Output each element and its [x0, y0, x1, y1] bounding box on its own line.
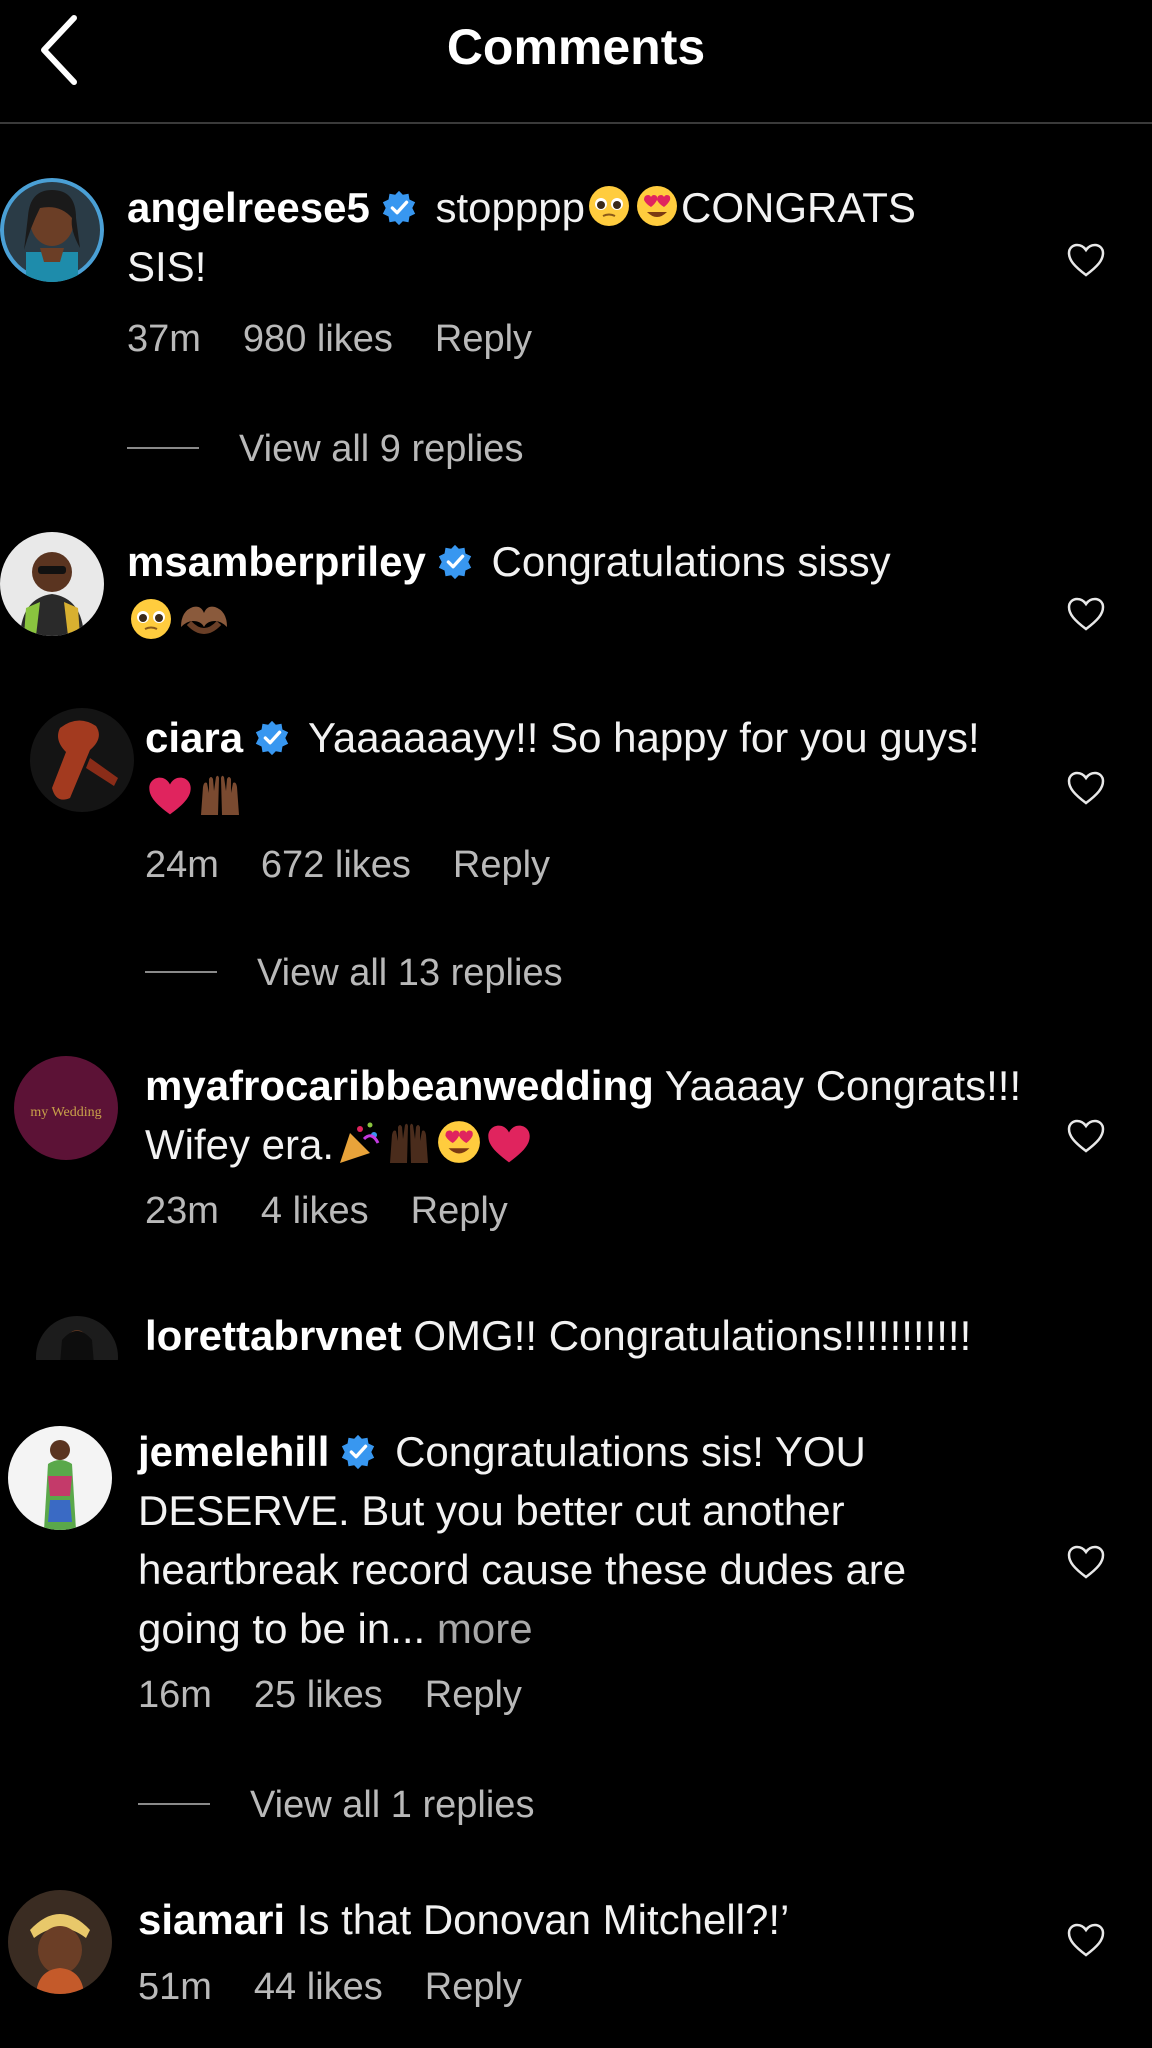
reply-button[interactable]: Reply [453, 844, 550, 886]
comment-username[interactable]: angelreese5 [127, 184, 370, 231]
like-heart-icon[interactable] [1066, 1544, 1106, 1580]
view-replies-label: View all 1 replies [250, 1784, 535, 1826]
avatar[interactable] [0, 178, 104, 282]
avatar-logo-text: my Wedding [30, 1105, 101, 1120]
pleading-face-icon [588, 186, 629, 226]
comment-text: OMG!! Congratulations!!!!!!!!!!! [413, 1316, 972, 1359]
avatar[interactable] [36, 1316, 118, 1360]
view-replies-button[interactable]: View all 1 replies [138, 1784, 534, 1827]
view-replies-label: View all 13 replies [257, 952, 563, 994]
more-button[interactable]: more [437, 1605, 533, 1652]
comment-time: 37m [127, 318, 201, 360]
avatar[interactable] [0, 532, 104, 636]
verified-badge-icon [342, 1434, 375, 1470]
comment-likes[interactable]: 980 likes [243, 318, 393, 360]
comment-likes[interactable]: 4 likes [261, 1190, 369, 1232]
like-heart-icon[interactable] [1066, 596, 1106, 632]
comment-body: jemelehill Congratulations sis! YOU DESE… [138, 1422, 988, 1658]
comment-text: Is that Donovan Mitchell?!’ [296, 1896, 790, 1943]
reply-button[interactable]: Reply [425, 1674, 522, 1716]
red-heart-icon [149, 777, 191, 815]
comment-meta: 24m 672 likes Reply [145, 844, 592, 887]
verified-badge-icon [438, 544, 471, 580]
comment-meta: 51m 44 likes Reply [138, 1966, 564, 2009]
like-heart-icon[interactable] [1066, 1118, 1106, 1154]
heart-eyes-icon [438, 1121, 480, 1163]
reply-button[interactable]: Reply [411, 1190, 508, 1232]
view-replies-button[interactable]: View all 13 replies [145, 952, 563, 995]
comment-time: 51m [138, 1966, 212, 2008]
party-popper-icon [340, 1122, 380, 1163]
pleading-face-icon [131, 599, 171, 639]
comment-meta: 37m 980 likes Reply [127, 318, 574, 361]
comment-username[interactable]: jemelehill [138, 1428, 329, 1475]
comment-lorettabrvnet: lorettabrvnet OMG!! Congratulations!!!!!… [0, 1316, 1152, 1360]
top-bar: Comments [0, 0, 1152, 124]
comment-body: myafrocaribbeanwedding Yaaaay Congrats!!… [145, 1056, 1025, 1174]
comment-meta: 23m 4 likes Reply [145, 1190, 550, 1233]
comment-username[interactable]: lorettabrvnet [145, 1316, 402, 1359]
reply-button[interactable]: Reply [425, 1966, 522, 2008]
comment-body: siamari Is that Donovan Mitchell?!’ [138, 1890, 1018, 1949]
reply-button[interactable]: Reply [435, 318, 532, 360]
view-replies-button[interactable]: View all 9 replies [127, 428, 523, 471]
comment-likes[interactable]: 25 likes [254, 1674, 383, 1716]
avatar[interactable]: my Wedding [14, 1056, 118, 1160]
view-replies-label: View all 9 replies [239, 428, 524, 470]
comment-username[interactable]: ciara [145, 714, 243, 761]
comment-text: Yaaaaaayy!! So happy for you guys! [308, 714, 980, 761]
comment-username[interactable]: siamari [138, 1896, 285, 1943]
comment-body: ciara Yaaaaaayy!! So happy for you guys! [145, 708, 1005, 826]
raising-hands-icon [201, 775, 239, 815]
verified-badge-icon [255, 720, 289, 756]
comment-body: angelreese5 stopppp CONGRATS SIS! [127, 178, 997, 296]
verified-badge-icon [382, 190, 415, 226]
comment-text: Congratulations sissy [491, 538, 891, 585]
comment-time: 16m [138, 1674, 212, 1716]
comment-username[interactable]: myafrocaribbeanwedding [145, 1062, 654, 1109]
divider-line [145, 971, 217, 973]
comment-time: 23m [145, 1190, 219, 1232]
like-heart-icon[interactable] [1066, 770, 1106, 806]
red-heart-icon [488, 1125, 530, 1163]
divider-line [138, 1803, 210, 1805]
heart-hands-icon [181, 606, 227, 634]
avatar[interactable] [30, 708, 134, 812]
comment-body: lorettabrvnet OMG!! Congratulations!!!!!… [145, 1316, 1105, 1360]
comment-text: stopppp [435, 184, 585, 231]
comment-body: msamberpriley Congratulations sissy [127, 532, 1007, 650]
like-heart-icon[interactable] [1066, 1922, 1106, 1958]
comment-meta: 16m 25 likes Reply [138, 1674, 564, 1717]
page-title: Comments [446, 19, 706, 75]
comment-likes[interactable]: 44 likes [254, 1966, 383, 2008]
comment-time: 24m [145, 844, 219, 886]
raising-hands-icon [390, 1123, 429, 1163]
avatar[interactable] [8, 1426, 112, 1530]
divider-line [127, 447, 199, 449]
heart-eyes-icon [636, 186, 677, 226]
comment-likes[interactable]: 672 likes [261, 844, 411, 886]
avatar[interactable] [8, 1890, 112, 1994]
comment-username[interactable]: msamberpriley [127, 538, 426, 585]
like-heart-icon[interactable] [1066, 242, 1106, 278]
